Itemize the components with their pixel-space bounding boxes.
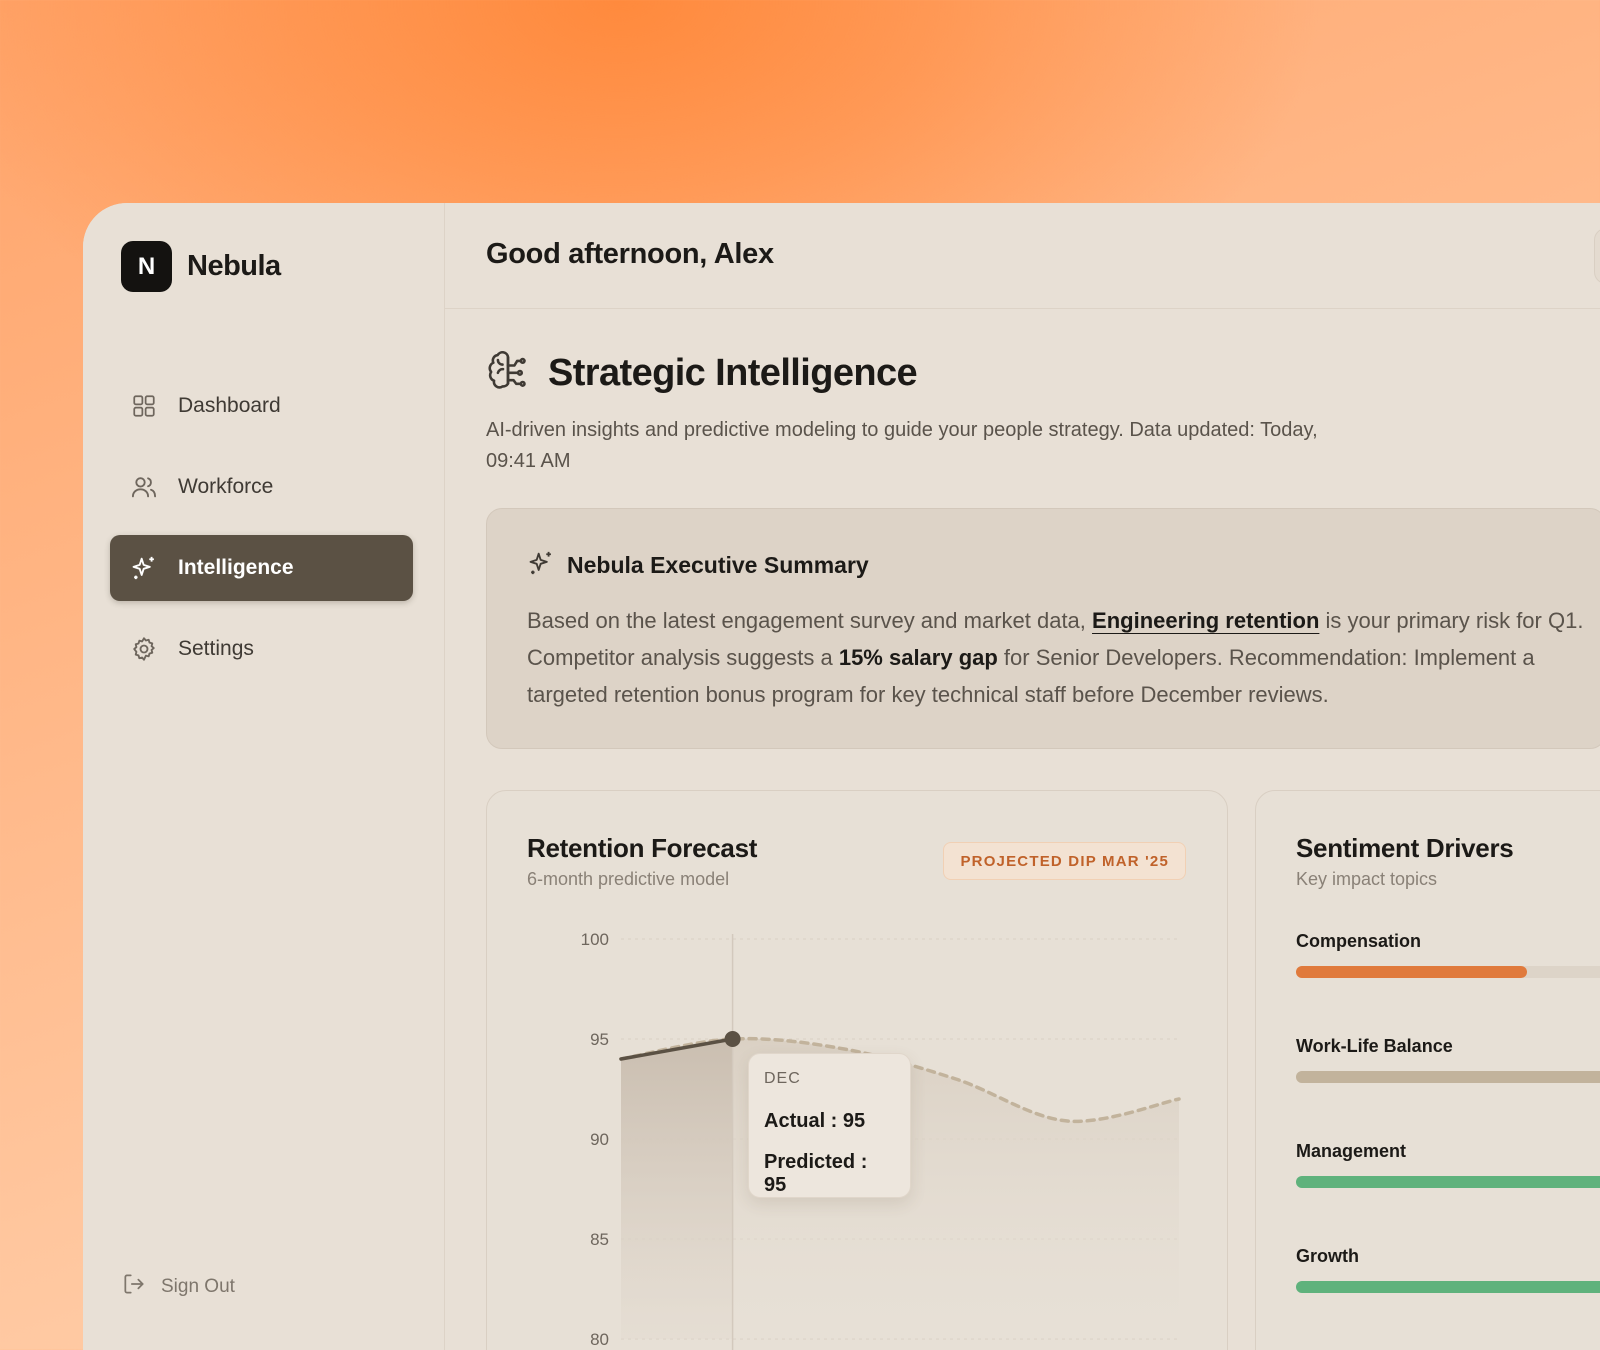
driver-bar bbox=[1296, 966, 1527, 978]
page-subtitle: AI-driven insights and predictive modeli… bbox=[486, 419, 1318, 472]
driver-row: Work-Life Balance bbox=[1296, 1036, 1600, 1083]
driver-row: Growth bbox=[1296, 1246, 1600, 1293]
grid-icon bbox=[130, 392, 158, 420]
app-window: N Nebula Dashboard Workforce Intelligenc… bbox=[83, 203, 1600, 1350]
gear-icon bbox=[130, 635, 158, 663]
driver-track bbox=[1296, 1071, 1600, 1083]
engineering-retention-link[interactable]: Engineering retention bbox=[1092, 608, 1319, 633]
driver-bar bbox=[1296, 1281, 1600, 1293]
sparkles-icon bbox=[527, 549, 555, 582]
driver-bar bbox=[1296, 1176, 1600, 1188]
sidebar: N Nebula Dashboard Workforce Intelligenc… bbox=[83, 203, 445, 1350]
sidebar-item-label: Settings bbox=[178, 637, 254, 660]
tooltip-predicted: Predicted : 95 bbox=[764, 1151, 868, 1196]
greeting: Good afternoon, Alex bbox=[486, 238, 774, 270]
sidebar-nav: Dashboard Workforce Intelligence Setting… bbox=[110, 373, 413, 697]
y-tick-label: 95 bbox=[590, 1030, 609, 1049]
sidebar-item-dashboard[interactable]: Dashboard bbox=[110, 373, 413, 439]
active-point bbox=[724, 1031, 741, 1047]
salary-gap-highlight: 15% salary gap bbox=[838, 645, 998, 670]
y-tick-label: 80 bbox=[590, 1330, 609, 1349]
driver-track bbox=[1296, 1176, 1600, 1188]
top-bar: Good afternoon, Alex bbox=[445, 203, 1600, 309]
sign-out-icon bbox=[121, 1271, 147, 1303]
executive-summary-card: Nebula Executive Summary Based on the la… bbox=[486, 508, 1600, 749]
driver-bar bbox=[1296, 1071, 1600, 1083]
summary-text-part: Based on the latest engagement survey an… bbox=[527, 608, 1093, 633]
tooltip-label: DEC bbox=[764, 1070, 801, 1087]
y-tick-label: 90 bbox=[590, 1130, 609, 1149]
sidebar-item-intelligence[interactable]: Intelligence bbox=[110, 535, 413, 601]
summary-text: Based on the latest engagement survey an… bbox=[527, 602, 1597, 713]
sparkles-icon bbox=[130, 554, 158, 582]
sign-out-label: Sign Out bbox=[161, 1276, 235, 1297]
search-box[interactable] bbox=[1594, 228, 1600, 284]
page-title: Strategic Intelligence bbox=[548, 352, 918, 394]
brand-name: Nebula bbox=[187, 250, 281, 282]
driver-row: Compensation bbox=[1296, 931, 1600, 978]
sentiment-title: Sentiment Drivers bbox=[1296, 833, 1514, 863]
sentiment-subtitle: Key impact topics bbox=[1296, 869, 1438, 889]
driver-track bbox=[1296, 1281, 1600, 1293]
actual-area bbox=[621, 1039, 733, 1339]
sidebar-item-settings[interactable]: Settings bbox=[110, 616, 413, 682]
driver-row: Management bbox=[1296, 1141, 1600, 1188]
sidebar-item-label: Workforce bbox=[178, 475, 274, 498]
summary-title: Nebula Executive Summary bbox=[567, 552, 869, 578]
y-tick-label: 85 bbox=[590, 1230, 609, 1249]
brand-logo: N bbox=[121, 241, 172, 292]
driver-track bbox=[1296, 966, 1600, 978]
main-content: Good afternoon, Alex Strategic Intellige… bbox=[445, 203, 1600, 1350]
brain-icon bbox=[486, 348, 530, 399]
driver-label: Compensation bbox=[1296, 931, 1422, 951]
retention-forecast-card: Retention Forecast 6-month predictive mo… bbox=[486, 790, 1228, 1350]
chart-tooltip: DEC Actual : 95 Predicted : 95 bbox=[748, 1053, 911, 1198]
driver-label: Management bbox=[1296, 1141, 1407, 1161]
sidebar-item-workforce[interactable]: Workforce bbox=[110, 454, 413, 520]
sign-out-button[interactable]: Sign Out bbox=[121, 1271, 235, 1303]
sidebar-item-label: Dashboard bbox=[178, 394, 281, 417]
sidebar-item-label: Intelligence bbox=[178, 556, 294, 579]
tooltip-actual: Actual : 95 bbox=[764, 1110, 866, 1132]
driver-label: Work-Life Balance bbox=[1296, 1036, 1453, 1056]
users-icon bbox=[130, 473, 158, 501]
sentiment-drivers-card: Sentiment Drivers Key impact topics Comp… bbox=[1255, 790, 1600, 1350]
driver-label: Growth bbox=[1296, 1246, 1359, 1266]
y-tick-label: 100 bbox=[581, 930, 609, 949]
page-header: Strategic Intelligence AI-driven insight… bbox=[486, 348, 1366, 477]
brand[interactable]: N Nebula bbox=[121, 241, 281, 292]
